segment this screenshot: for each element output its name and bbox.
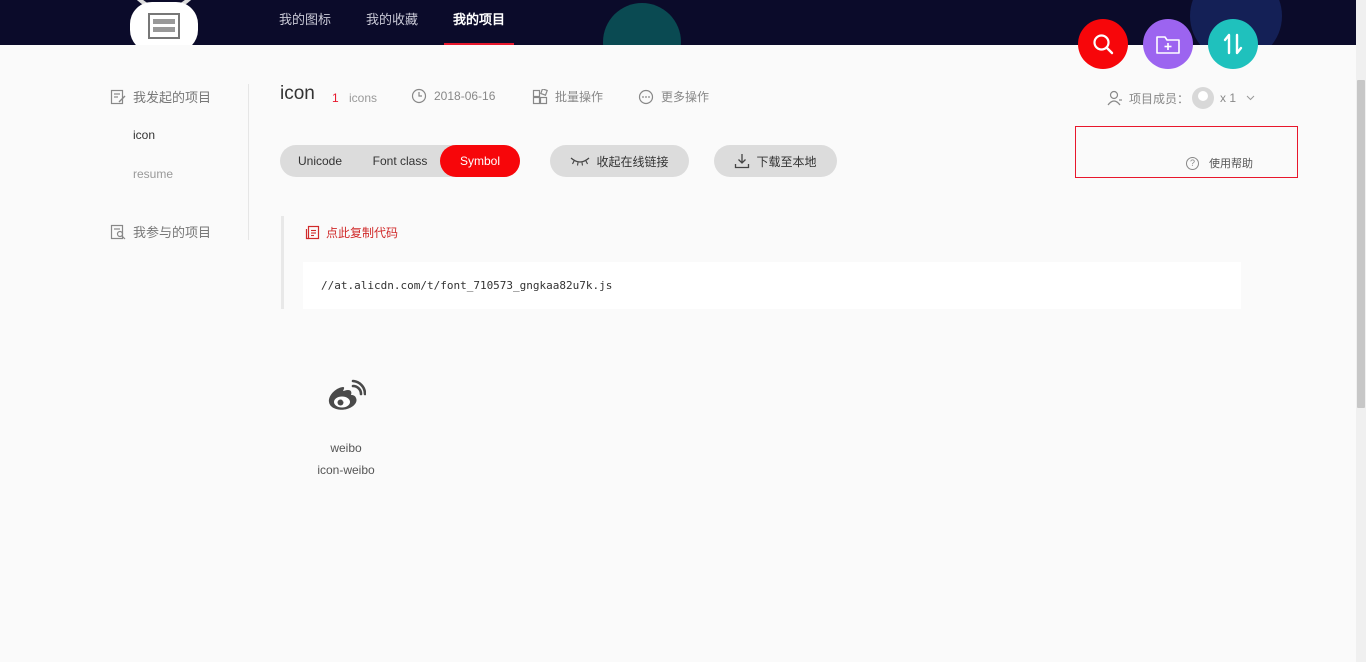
toggle-online-link-button[interactable]: 收起在线链接 — [550, 145, 689, 177]
search-doc-icon — [110, 224, 126, 239]
scrollbar-thumb[interactable] — [1357, 80, 1365, 408]
member-avatar — [1192, 87, 1215, 109]
nav-my-projects[interactable]: 我的项目 — [444, 0, 515, 45]
sidebar-item-resume[interactable]: resume — [133, 167, 173, 181]
help-link[interactable]: ? 使用帮助 — [1186, 155, 1253, 171]
project-sidebar: 我发起的项目 icon resume 我参与的项目 — [96, 84, 249, 240]
search-icon — [1093, 34, 1114, 55]
grid-icon — [532, 88, 548, 104]
icon-code: icon-weibo — [317, 463, 375, 477]
members-label: 项目成员： — [1129, 91, 1190, 106]
sidebar-owned-label: 我发起的项目 — [133, 90, 212, 105]
icon-name: weibo — [330, 441, 362, 455]
icon-count: 1 — [332, 91, 339, 105]
upload-download-button[interactable] — [1208, 19, 1258, 69]
user-avatar-icon[interactable] — [122, 0, 206, 45]
code-section: 点此复制代码 //at.alicdn.com/t/font_710573_gng… — [281, 216, 1241, 309]
tab-unicode[interactable]: Unicode — [280, 145, 360, 177]
copy-code-button[interactable]: 点此复制代码 — [305, 224, 398, 241]
help-label: 使用帮助 — [1209, 158, 1253, 170]
icon-count-label: icons — [349, 91, 378, 105]
search-button[interactable] — [1078, 19, 1128, 69]
main-nav: 我的图标 我的收藏 我的项目 — [270, 0, 531, 45]
more-operation-label: 更多操作 — [661, 90, 710, 104]
project-members[interactable]: 项目成员： x 1 — [1107, 87, 1255, 109]
weibo-icon — [328, 379, 367, 410]
download-local-label: 下载至本地 — [756, 154, 817, 169]
code-url[interactable]: //at.alicdn.com/t/font_710573_gngkaa82u7… — [303, 262, 1241, 309]
toggle-online-link-label: 收起在线链接 — [596, 154, 669, 169]
download-local-button[interactable]: 下载至本地 — [714, 145, 837, 177]
copy-code-label: 点此复制代码 — [326, 226, 399, 240]
batch-operation-label: 批量操作 — [555, 90, 604, 104]
sidebar-joined-label: 我参与的项目 — [133, 225, 212, 240]
nav-my-favorites[interactable]: 我的收藏 — [357, 0, 427, 45]
sidebar-owned-projects[interactable]: 我发起的项目 — [110, 87, 211, 106]
members-count: x 1 — [1220, 91, 1237, 105]
project-date: 2018-06-16 — [411, 88, 495, 104]
icon-card[interactable]: weibo icon-weibo — [306, 370, 386, 480]
code-type-tabs: Unicode Font class Symbol — [280, 145, 520, 177]
edit-note-icon — [110, 89, 126, 104]
sidebar-joined-projects[interactable]: 我参与的项目 — [110, 222, 211, 241]
members-icon — [1107, 90, 1122, 106]
download-icon — [735, 154, 750, 169]
chevron-down-icon — [1246, 95, 1255, 101]
closed-eye-icon — [571, 157, 590, 166]
batch-operation-button[interactable]: 批量操作 — [532, 88, 603, 105]
project-title: icon — [280, 83, 315, 104]
tab-symbol[interactable]: Symbol — [440, 145, 520, 177]
more-operation-button[interactable]: 更多操作 — [638, 88, 709, 105]
tab-font-class[interactable]: Font class — [360, 145, 440, 177]
nav-my-icons[interactable]: 我的图标 — [270, 0, 340, 45]
copy-icon — [305, 225, 320, 240]
more-icon — [638, 89, 654, 104]
clock-icon — [411, 88, 427, 104]
help-icon: ? — [1186, 156, 1199, 170]
sidebar-item-icon[interactable]: icon — [133, 128, 155, 142]
sort-icon — [1223, 33, 1243, 55]
help-panel: ? 使用帮助 — [1075, 126, 1298, 178]
add-folder-icon — [1156, 36, 1180, 54]
add-project-button[interactable] — [1143, 19, 1193, 69]
decorative-circle — [603, 3, 681, 45]
project-date-text: 2018-06-16 — [434, 89, 496, 103]
page-scrollbar[interactable] — [1356, 0, 1366, 662]
